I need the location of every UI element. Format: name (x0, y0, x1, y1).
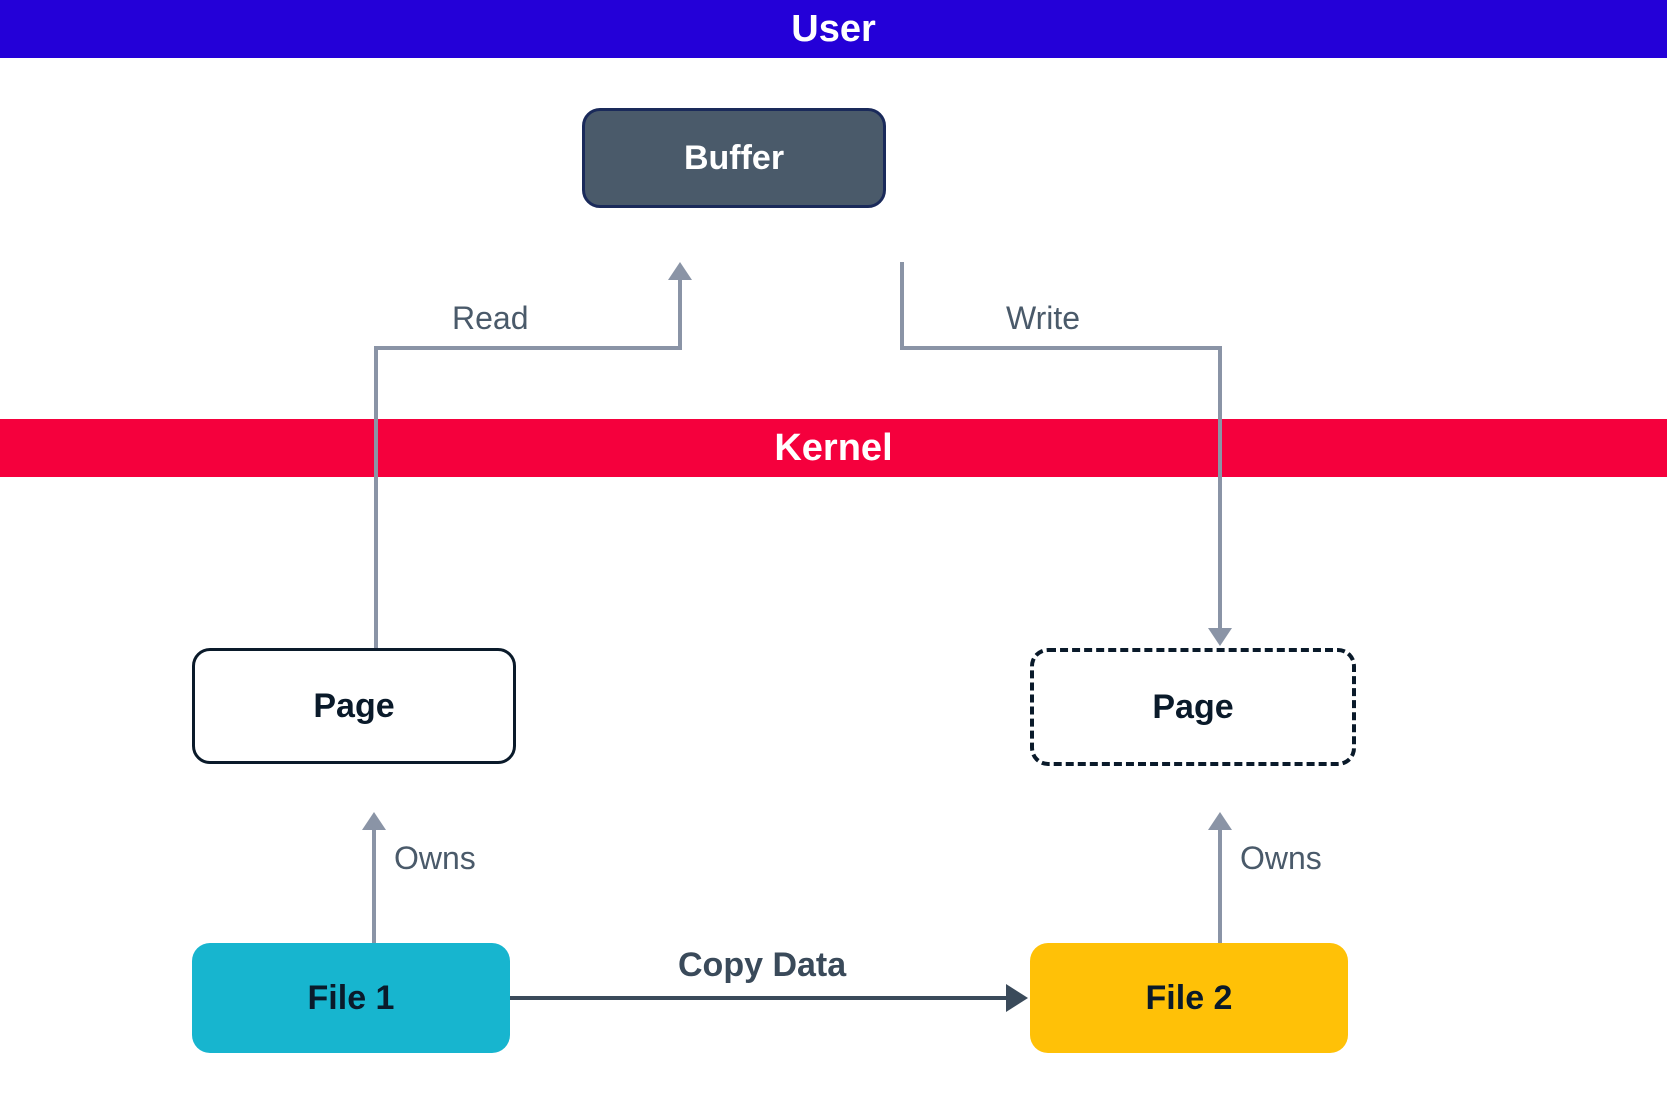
write-label: Write (1006, 300, 1080, 337)
owns-left-label: Owns (394, 840, 476, 877)
file1-node: File 1 (192, 943, 510, 1053)
owns-left-vline (372, 828, 376, 943)
kernel-banner: Kernel (0, 419, 1667, 477)
read-label: Read (452, 300, 529, 337)
write-arrow-head (1208, 628, 1232, 646)
copy-data-label: Copy Data (678, 946, 846, 985)
write-arrow-vline1 (900, 262, 904, 350)
user-banner: User (0, 0, 1667, 58)
copy-arrow-line (510, 996, 1008, 1000)
owns-right-label: Owns (1240, 840, 1322, 877)
read-arrow-vline2 (678, 278, 682, 348)
owns-right-vline (1218, 828, 1222, 943)
buffer-node: Buffer (582, 108, 886, 208)
file2-node: File 2 (1030, 943, 1348, 1053)
write-arrow-hline (900, 346, 1222, 350)
page-right-node: Page (1030, 648, 1356, 766)
write-arrow-vline2 (1218, 346, 1222, 630)
owns-left-arrow-head (362, 812, 386, 830)
read-arrow-vline1 (374, 346, 378, 648)
page-left-node: Page (192, 648, 516, 764)
owns-right-arrow-head (1208, 812, 1232, 830)
read-arrow-hline (374, 346, 682, 350)
read-arrow-head (668, 262, 692, 280)
copy-arrow-head (1006, 984, 1028, 1012)
